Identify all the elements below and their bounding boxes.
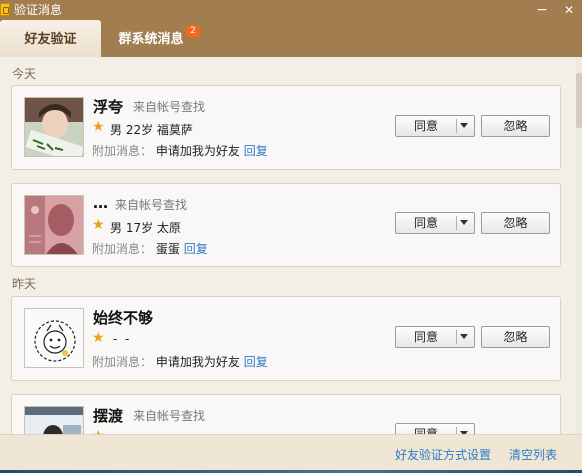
location: - bbox=[124, 332, 130, 346]
title-bar: 验证消息 − ✕ bbox=[0, 0, 582, 20]
extra-label: 附加消息： bbox=[92, 242, 153, 256]
avatar-banknote-icon[interactable] bbox=[24, 195, 84, 255]
requester-name[interactable]: … bbox=[93, 194, 108, 212]
requester-info: - - bbox=[113, 332, 129, 346]
agree-button[interactable]: 同意 bbox=[395, 423, 475, 434]
request-card: 摆渡 来自帐号查找 ★ 同意 bbox=[11, 394, 561, 434]
request-card: 始终不够 ★ - - 附加消息： 申请加我为好友 回复 同意 忽略 bbox=[11, 296, 561, 381]
gender-age: 男 22岁 bbox=[110, 123, 154, 137]
chevron-down-icon[interactable] bbox=[460, 220, 468, 225]
message-text: 申请加我为好友 bbox=[155, 355, 240, 369]
message-text: 蛋蛋 bbox=[155, 242, 180, 256]
agree-label[interactable]: 同意 bbox=[396, 327, 456, 347]
avatar-drawing-icon[interactable] bbox=[24, 308, 84, 368]
minimize-button[interactable]: − bbox=[531, 0, 553, 20]
tab-friend-verification[interactable]: 好友验证 bbox=[0, 20, 101, 57]
agree-label[interactable]: 同意 bbox=[396, 116, 456, 136]
footer: 好友验证方式设置 清空列表 bbox=[0, 434, 582, 473]
app-icon bbox=[0, 3, 10, 16]
agree-label[interactable]: 同意 bbox=[396, 424, 456, 434]
extra-label: 附加消息： bbox=[92, 144, 153, 158]
agree-button[interactable]: 同意 bbox=[395, 326, 475, 348]
request-source: 来自帐号查找 bbox=[133, 100, 206, 114]
extra-message: 附加消息： 蛋蛋 回复 bbox=[92, 240, 208, 257]
requester-name[interactable]: 始终不够 bbox=[93, 307, 153, 328]
request-list: 今天 浮夸 来自帐号查找 ★ 男 22岁 福莫萨 附加消息： 申请加我为好友 回… bbox=[0, 57, 576, 434]
tab-group-system-messages[interactable]: 群系统消息 bbox=[101, 20, 201, 57]
requester-name[interactable]: 浮夸 bbox=[93, 96, 123, 117]
section-today: 今天 bbox=[12, 67, 37, 81]
avatar-photo-icon[interactable] bbox=[24, 406, 84, 434]
unread-badge: 2 bbox=[185, 25, 201, 38]
gender-age: 男 17岁 bbox=[110, 221, 154, 235]
star-icon: ★ bbox=[92, 330, 105, 346]
agree-button[interactable]: 同意 bbox=[395, 212, 475, 234]
star-icon: ★ bbox=[92, 217, 105, 233]
ignore-button[interactable]: 忽略 bbox=[481, 115, 550, 137]
reply-link[interactable]: 回复 bbox=[244, 355, 268, 369]
requester-name[interactable]: 摆渡 bbox=[93, 405, 123, 426]
location: 太原 bbox=[156, 221, 181, 235]
section-yesterday: 昨天 bbox=[12, 277, 37, 291]
request-source: 来自帐号查找 bbox=[115, 198, 188, 212]
verification-settings-link[interactable]: 好友验证方式设置 bbox=[395, 446, 491, 463]
close-button[interactable]: ✕ bbox=[558, 0, 580, 20]
request-source: 来自帐号查找 bbox=[133, 409, 206, 423]
requester-info: 男 17岁 太原 bbox=[110, 219, 181, 236]
star-icon: ★ bbox=[92, 119, 105, 135]
ignore-button[interactable]: 忽略 bbox=[481, 212, 550, 234]
message-text: 申请加我为好友 bbox=[155, 144, 240, 158]
location: 福莫萨 bbox=[156, 123, 193, 137]
clear-list-link[interactable]: 清空列表 bbox=[509, 446, 557, 463]
chevron-down-icon[interactable] bbox=[460, 334, 468, 339]
reply-link[interactable]: 回复 bbox=[244, 144, 268, 158]
tab-bar: 好友验证 群系统消息 2 bbox=[0, 20, 582, 57]
chevron-down-icon[interactable] bbox=[460, 123, 468, 128]
extra-label: 附加消息： bbox=[92, 355, 153, 369]
extra-message: 附加消息： 申请加我为好友 回复 bbox=[92, 142, 268, 159]
scrollbar-thumb[interactable] bbox=[576, 73, 582, 128]
extra-message: 附加消息： 申请加我为好友 回复 bbox=[92, 353, 268, 370]
ignore-button[interactable]: 忽略 bbox=[481, 326, 550, 348]
window-title: 验证消息 bbox=[14, 3, 63, 17]
gender-age: - bbox=[113, 332, 118, 346]
avatar-photo-icon[interactable] bbox=[24, 97, 84, 157]
reply-link[interactable]: 回复 bbox=[184, 242, 208, 256]
request-card: … 来自帐号查找 ★ 男 17岁 太原 附加消息： 蛋蛋 回复 同意 忽略 bbox=[11, 183, 561, 267]
request-card: 浮夸 来自帐号查找 ★ 男 22岁 福莫萨 附加消息： 申请加我为好友 回复 同… bbox=[11, 85, 561, 170]
scrollbar[interactable] bbox=[576, 57, 582, 434]
agree-label[interactable]: 同意 bbox=[396, 213, 456, 233]
requester-info: 男 22岁 福莫萨 bbox=[110, 121, 193, 138]
agree-button[interactable]: 同意 bbox=[395, 115, 475, 137]
